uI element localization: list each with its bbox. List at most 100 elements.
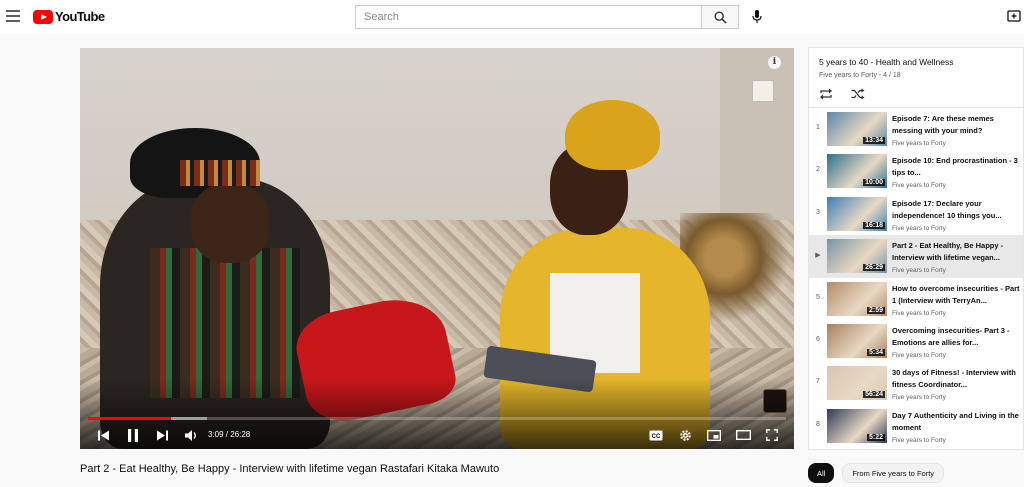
create-button[interactable]: [1007, 9, 1021, 23]
playlist-item[interactable]: 2 10:00 Episode 10: End procrastination - …: [809, 150, 1023, 192]
playlist-item-index: 6: [816, 335, 820, 343]
next-button[interactable]: [153, 426, 171, 444]
playlist-item-index: 2: [816, 166, 820, 174]
video-player[interactable]: i 3:09 / 26:28 CC: [80, 48, 794, 449]
playlist-item-index: 1: [816, 124, 820, 131]
playlist-item-index: 3: [816, 208, 820, 216]
video-frame-shirt-left: [150, 248, 300, 398]
pause-icon: [128, 428, 138, 442]
repeat-icon: [820, 88, 832, 100]
shuffle-playlist-button[interactable]: [851, 87, 865, 105]
youtube-logo[interactable]: YouTube: [33, 9, 105, 24]
playlist-item[interactable]: 5 2:59 How to overcome insecurities - Part…: [809, 278, 1023, 320]
search-input[interactable]: Search: [355, 5, 701, 29]
captions-icon: CC: [649, 430, 663, 440]
playlist-item-title[interactable]: 30 days of Fitness! - Interview with fit…: [892, 367, 1020, 391]
playlist-item-title[interactable]: Episode 7: Are these memes messing with …: [892, 113, 1020, 137]
playlist-item-index: ▶: [815, 252, 821, 260]
youtube-play-icon: [33, 9, 53, 24]
playlist-header: 5 years to 40 - Health and Wellness Five…: [809, 48, 1023, 108]
playlist-item-duration: 56:24: [863, 391, 885, 399]
video-frame-face-left: [190, 183, 270, 263]
playlist-item-duration: 10:00: [863, 179, 885, 187]
playlist-item-thumbnail[interactable]: 56:24: [827, 366, 887, 401]
playlist-item-title[interactable]: Overcoming insecurities- Part 3 - Emotio…: [892, 325, 1020, 349]
search-button[interactable]: [701, 5, 739, 29]
svg-text:CC: CC: [652, 434, 661, 440]
loop-playlist-button[interactable]: [819, 87, 833, 105]
playlist-item-channel[interactable]: Five years to Forty: [892, 225, 1020, 232]
previous-button[interactable]: [94, 426, 112, 444]
playlist-item-index: 5: [816, 293, 820, 301]
info-icon[interactable]: i: [768, 56, 781, 69]
playlist-item-index: 7: [816, 378, 820, 386]
playlist-item-thumbnail[interactable]: 16:18: [827, 196, 887, 231]
fullscreen-button[interactable]: [762, 426, 782, 444]
playlist-item-duration: 2:59: [866, 306, 885, 314]
playlist-items: 1 13:34 Episode 7: Are these memes messing…: [809, 108, 1023, 447]
playlist-item-index: 8: [816, 420, 820, 428]
video-frame-switch: [752, 80, 774, 102]
playlist-item[interactable]: 1 13:34 Episode 7: Are these memes messing…: [809, 108, 1023, 150]
playlist-item-thumbnail[interactable]: 5:34: [827, 323, 887, 358]
playlist-item[interactable]: 6 5:34 Overcoming insecurities- Part 3 - E…: [809, 320, 1023, 362]
playlist-item-channel[interactable]: Five years to Forty: [892, 267, 1020, 274]
playlist-item-channel[interactable]: Five years to Forty: [892, 437, 1020, 444]
playlist-item-title[interactable]: Day 7 Authenticity and Living in the mom…: [892, 410, 1020, 434]
playlist-item-duration: 5:34: [866, 348, 885, 356]
progress-bar[interactable]: [88, 417, 786, 420]
chip-all[interactable]: All: [808, 463, 835, 483]
playlist-item-thumbnail[interactable]: 10:00: [827, 154, 887, 189]
progress-played: [88, 417, 172, 420]
playlist-channel-position[interactable]: Five years to Forty - 4 / 18: [819, 72, 1013, 79]
miniplayer-button[interactable]: [704, 426, 724, 444]
playlist-item-channel[interactable]: Five years to Forty: [892, 310, 1020, 317]
playlist-item[interactable]: ▶ 26:29 Part 2 - Eat Healthy, Be Happy - I…: [809, 235, 1023, 278]
settings-button[interactable]: [675, 426, 695, 444]
video-frame-headband: [180, 160, 260, 186]
playlist-item-duration: 13:34: [863, 137, 885, 144]
playlist-item-title[interactable]: Part 2 - Eat Healthy, Be Happy - Intervi…: [892, 240, 1020, 264]
playlist-item-channel[interactable]: Five years to Forty: [892, 140, 1020, 147]
playlist-item-duration: 26:29: [863, 264, 885, 272]
playlist-item-channel[interactable]: Five years to Forty: [892, 182, 1020, 189]
chip-from-channel[interactable]: From Five years to Forty: [842, 463, 945, 483]
playlist-item-title[interactable]: Episode 10: End procrastination - 3 tips…: [892, 155, 1020, 179]
time-display: 3:09 / 26:28: [208, 430, 251, 439]
volume-button[interactable]: [182, 426, 200, 444]
playlist-item[interactable]: 3 16:18 Episode 17: Declare your independe…: [809, 193, 1023, 235]
playlist-item-thumbnail[interactable]: 2:59: [827, 281, 887, 316]
voice-search-button[interactable]: [748, 7, 766, 27]
gear-icon: [679, 429, 691, 441]
filter-chips: All From Five years to Forty: [808, 463, 945, 483]
theater-mode-button[interactable]: [733, 426, 753, 444]
captions-button[interactable]: CC: [646, 426, 666, 444]
playlist-item-thumbnail[interactable]: 13:34: [827, 112, 887, 146]
video-frame-headwrap: [565, 100, 660, 170]
playlist-item-title[interactable]: Episode 17: Declare your independence! 1…: [892, 198, 1020, 222]
playlist-item-duration: 16:18: [863, 221, 885, 229]
playlist-item-channel[interactable]: Five years to Forty: [892, 394, 1020, 401]
playlist-title[interactable]: 5 years to 40 - Health and Wellness: [819, 57, 1013, 67]
playlist-item-thumbnail[interactable]: 5:22: [827, 408, 887, 443]
fullscreen-icon: [766, 429, 778, 441]
miniplayer-icon: [707, 429, 721, 441]
pause-button[interactable]: [124, 426, 142, 444]
top-bar: YouTube Search: [0, 0, 1024, 34]
logo-text: YouTube: [55, 9, 105, 24]
skip-next-icon: [156, 430, 168, 440]
playlist-item[interactable]: 7 56:24 30 days of Fitness! - Interview wi…: [809, 362, 1023, 404]
theater-icon: [735, 430, 751, 440]
microphone-icon: [752, 10, 762, 23]
playlist-item[interactable]: 8 5:22 Day 7 Authenticity and Living in th…: [809, 405, 1023, 447]
playlist-panel: 5 years to 40 - Health and Wellness Five…: [808, 47, 1024, 450]
playlist-item-channel[interactable]: Five years to Forty: [892, 352, 1020, 359]
volume-icon: [184, 429, 196, 441]
playlist-item-duration: 5:22: [866, 433, 885, 441]
playlist-item-title[interactable]: How to overcome insecurities - Part 1 (I…: [892, 283, 1020, 307]
playlist-item-thumbnail[interactable]: 26:29: [827, 239, 887, 274]
video-title: Part 2 - Eat Healthy, Be Happy - Intervi…: [80, 463, 500, 475]
menu-icon[interactable]: [6, 10, 20, 22]
search-icon: [713, 10, 727, 24]
video-plus-icon: [1007, 10, 1021, 22]
